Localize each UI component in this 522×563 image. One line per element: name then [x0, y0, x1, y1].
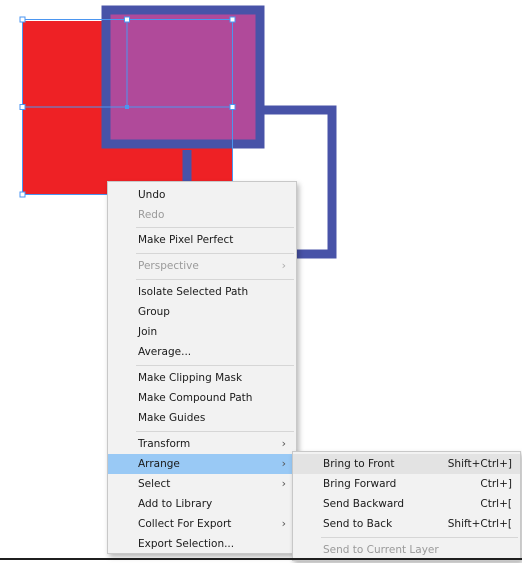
menu-item-make-compound-path[interactable]: Make Compound Path — [108, 388, 296, 408]
menu-item-make-pixel-perfect[interactable]: Make Pixel Perfect — [108, 230, 296, 250]
menu-separator — [321, 537, 518, 538]
selection-center-point — [125, 105, 129, 109]
menu-separator — [136, 253, 294, 254]
shortcut-label: Shift+Ctrl+] — [447, 458, 512, 470]
menu-item-label: Join — [138, 326, 158, 338]
menu-item-label: Perspective — [138, 260, 199, 272]
menu-item-label: Undo — [138, 189, 166, 201]
menu-item-arrange[interactable]: Arrange › — [108, 454, 296, 474]
menu-item-label: Isolate Selected Path — [138, 286, 249, 298]
selection-handle[interactable] — [19, 104, 26, 110]
menu-item-label: Arrange — [138, 458, 180, 470]
menu-item-label: Make Guides — [138, 412, 206, 424]
menu-separator — [136, 431, 294, 432]
menu-separator — [136, 279, 294, 280]
shortcut-label: Ctrl+[ — [480, 498, 512, 510]
menu-separator — [136, 365, 294, 366]
menu-item-redo: Redo — [108, 205, 296, 225]
menu-item-label: Collect For Export — [138, 518, 232, 530]
context-menu: Undo Redo Make Pixel Perfect Perspective… — [107, 181, 297, 554]
menu-item-add-to-library[interactable]: Add to Library — [108, 494, 296, 514]
menu-item-label: Export Selection... — [138, 538, 235, 550]
menu-item-bring-to-front[interactable]: Bring to Front Shift+Ctrl+] — [293, 454, 520, 474]
menu-item-label: Bring to Front — [323, 458, 395, 470]
menu-item-label: Send Backward — [323, 498, 405, 510]
menu-item-bring-forward[interactable]: Bring Forward Ctrl+] — [293, 474, 520, 494]
selection-handle[interactable] — [229, 104, 236, 110]
menu-item-make-guides[interactable]: Make Guides — [108, 408, 296, 428]
menu-item-label: Select — [138, 478, 171, 490]
menu-item-undo[interactable]: Undo — [108, 185, 296, 205]
menu-item-make-clipping-mask[interactable]: Make Clipping Mask — [108, 368, 296, 388]
menu-item-send-to-current-layer: Send to Current Layer — [293, 540, 520, 560]
shortcut-label: Ctrl+] — [480, 478, 512, 490]
menu-item-label: Make Clipping Mask — [138, 372, 243, 384]
menu-item-export-selection[interactable]: Export Selection... — [108, 534, 296, 554]
menu-separator — [136, 227, 294, 228]
menu-item-label: Group — [138, 306, 170, 318]
menu-item-label: Average... — [138, 346, 192, 358]
chevron-right-icon: › — [281, 259, 286, 272]
menu-item-label: Send to Back — [323, 518, 393, 530]
window-bottom-border — [0, 558, 522, 560]
arrange-submenu: Bring to Front Shift+Ctrl+] Bring Forwar… — [292, 451, 521, 561]
menu-item-average[interactable]: Average... — [108, 342, 296, 362]
menu-item-label: Make Compound Path — [138, 392, 253, 404]
shortcut-label: Shift+Ctrl+[ — [447, 518, 512, 530]
menu-item-select[interactable]: Select › — [108, 474, 296, 494]
purple-square[interactable] — [101, 5, 265, 149]
menu-item-send-to-back[interactable]: Send to Back Shift+Ctrl+[ — [293, 514, 520, 534]
menu-item-label: Add to Library — [138, 498, 213, 510]
chevron-right-icon: › — [281, 437, 286, 450]
menu-item-transform[interactable]: Transform › — [108, 434, 296, 454]
selection-handle[interactable] — [229, 16, 236, 23]
menu-item-join[interactable]: Join — [108, 322, 296, 342]
chevron-right-icon: › — [281, 457, 286, 470]
menu-item-perspective: Perspective › — [108, 256, 296, 276]
menu-item-label: Make Pixel Perfect — [138, 234, 234, 246]
menu-item-isolate-selected-path[interactable]: Isolate Selected Path — [108, 282, 296, 302]
chevron-right-icon: › — [281, 477, 286, 490]
menu-item-label: Redo — [138, 209, 165, 221]
menu-item-label: Transform — [138, 438, 191, 450]
menu-item-label: Send to Current Layer — [323, 544, 439, 556]
selection-handle[interactable] — [19, 16, 26, 23]
selection-handle[interactable] — [124, 16, 130, 23]
menu-item-group[interactable]: Group — [108, 302, 296, 322]
menu-item-collect-for-export[interactable]: Collect For Export › — [108, 514, 296, 534]
menu-item-label: Bring Forward — [323, 478, 397, 490]
selection-handle[interactable] — [19, 191, 26, 198]
menu-item-send-backward[interactable]: Send Backward Ctrl+[ — [293, 494, 520, 514]
chevron-right-icon: › — [281, 517, 286, 530]
